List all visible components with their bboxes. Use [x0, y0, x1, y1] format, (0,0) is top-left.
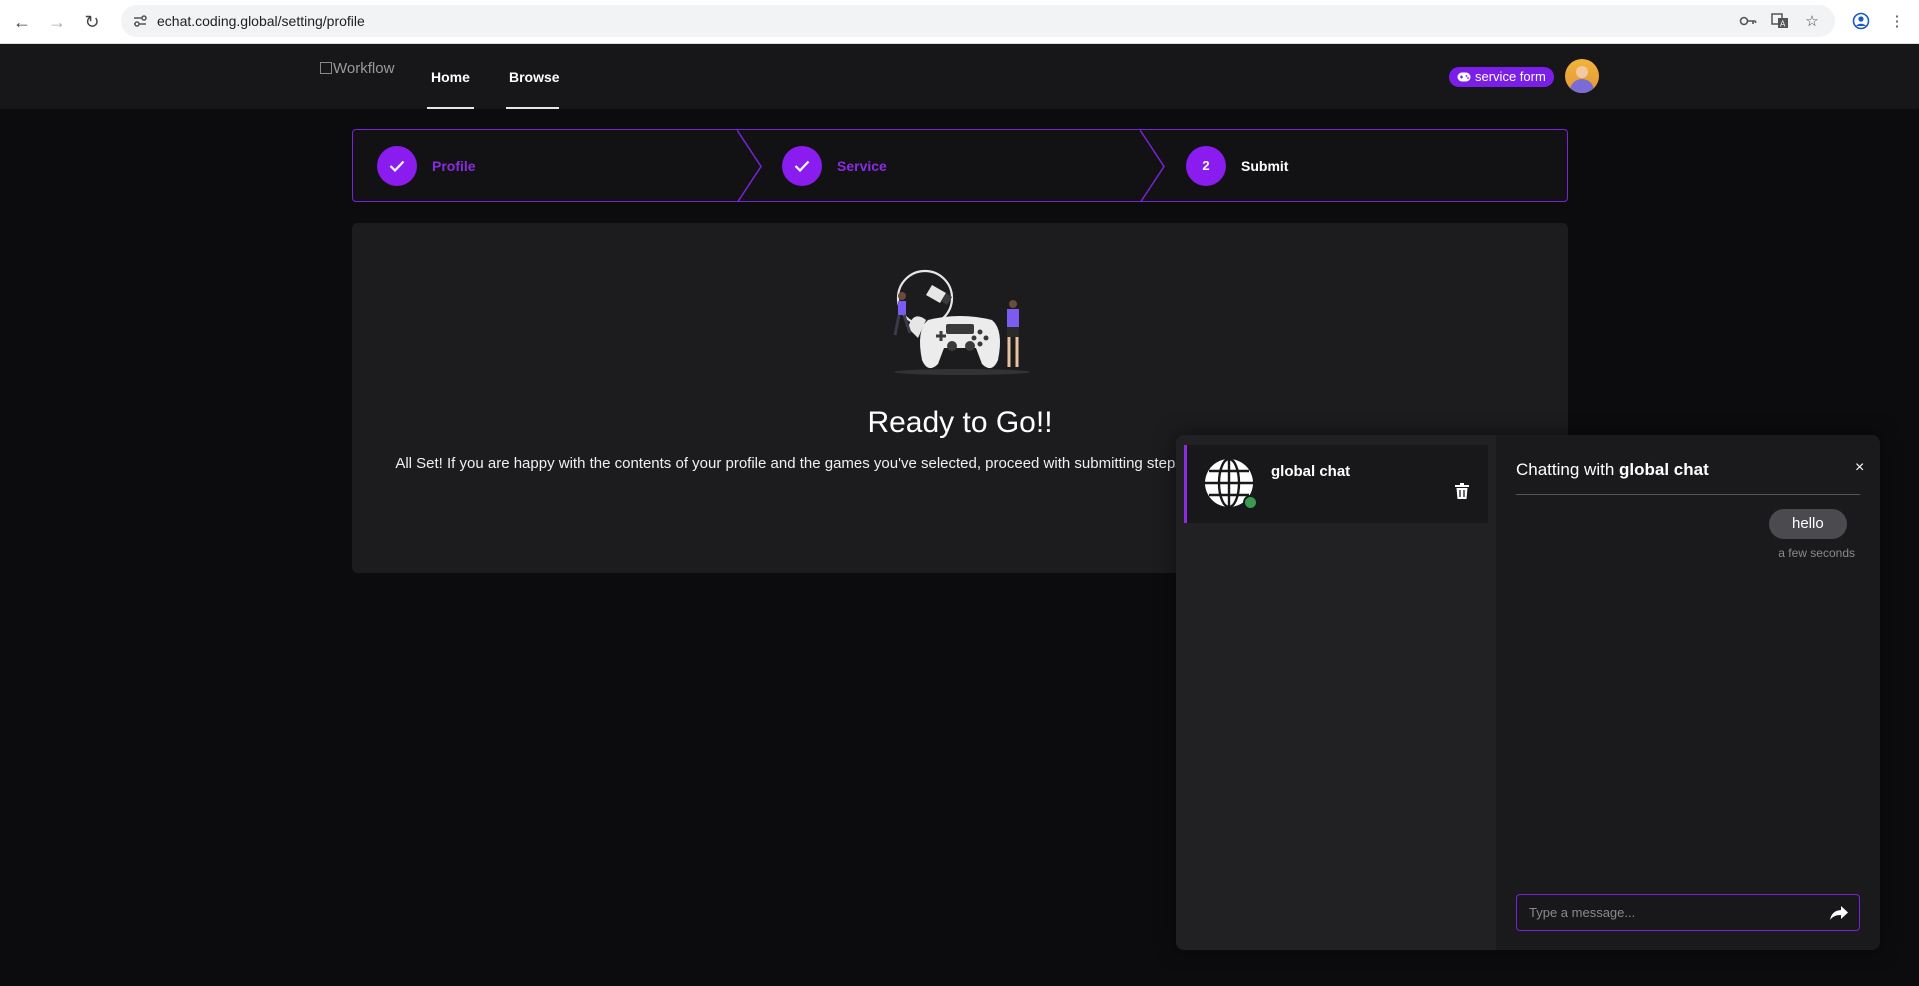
service-form-badge[interactable]: service form: [1449, 67, 1554, 87]
chat-divider: [1516, 494, 1860, 495]
step-label: Profile: [432, 157, 476, 174]
url-text[interactable]: echat.coding.global/setting/profile: [157, 13, 365, 29]
message-timestamp: a few seconds: [1778, 546, 1855, 560]
nav-home-underline: [427, 107, 474, 109]
nav-link-browse[interactable]: Browse: [509, 69, 560, 85]
gamepad-icon: [1457, 72, 1471, 82]
user-avatar[interactable]: [1565, 59, 1599, 93]
translate-icon[interactable]: A: [1769, 10, 1791, 32]
step-service[interactable]: Service: [782, 130, 887, 201]
trash-icon[interactable]: [1455, 483, 1469, 499]
gaming-illustration: [893, 269, 1030, 375]
chat-window: Chatting with global chat × hello a few …: [1496, 435, 1880, 950]
conversation-item[interactable]: global chat: [1184, 445, 1488, 523]
chat-panel: global chat Chatting with global chat × …: [1176, 435, 1880, 950]
conversation-list: global chat: [1176, 435, 1496, 950]
close-icon[interactable]: ×: [1855, 459, 1864, 477]
address-bar[interactable]: echat.coding.global/setting/profile: [121, 5, 1835, 37]
broken-image-icon: [320, 62, 332, 74]
chat-header-prefix: Chatting with: [1516, 460, 1615, 479]
message-input[interactable]: [1517, 895, 1817, 930]
chat-header: Chatting with global chat: [1516, 460, 1709, 480]
back-icon[interactable]: ←: [10, 10, 34, 34]
step-separator: [737, 130, 762, 201]
logo-alt-text: Workflow: [333, 60, 395, 77]
service-form-label: service form: [1475, 69, 1546, 84]
menu-dots-icon[interactable]: ⋮: [1886, 10, 1908, 32]
reload-icon[interactable]: ↻: [80, 10, 104, 34]
step-number: 2: [1186, 145, 1226, 186]
message-input-box: [1516, 894, 1860, 931]
nav-browse-underline: [506, 107, 559, 109]
logo[interactable]: Workflow: [320, 60, 406, 82]
star-icon[interactable]: ☆: [1801, 10, 1823, 32]
conversation-name: global chat: [1271, 463, 1351, 480]
message-bubble: hello: [1769, 509, 1847, 539]
step-label: Submit: [1241, 157, 1289, 174]
svg-text:A: A: [1780, 20, 1786, 29]
browser-chrome: ← → ↻ echat.coding.global/setting/profil…: [0, 0, 1919, 44]
forward-icon[interactable]: →: [45, 10, 69, 34]
site-info-icon[interactable]: [131, 12, 149, 30]
step-profile[interactable]: Profile: [377, 130, 476, 201]
online-status-dot: [1243, 495, 1258, 510]
step-submit[interactable]: 2 Submit: [1186, 130, 1288, 201]
step-label: Service: [837, 157, 887, 174]
profile-icon[interactable]: [1850, 10, 1872, 32]
progress-stepper: Profile Service 2 Submit: [352, 129, 1568, 202]
send-icon[interactable]: [1829, 903, 1849, 923]
check-icon: [782, 145, 822, 186]
check-icon: [377, 145, 417, 186]
key-icon[interactable]: [1737, 10, 1759, 32]
nav-link-home[interactable]: Home: [431, 69, 470, 85]
chat-header-name: global chat: [1619, 460, 1709, 479]
top-navbar: Workflow Home Browse service form: [0, 44, 1919, 109]
step-separator: [1140, 130, 1165, 201]
